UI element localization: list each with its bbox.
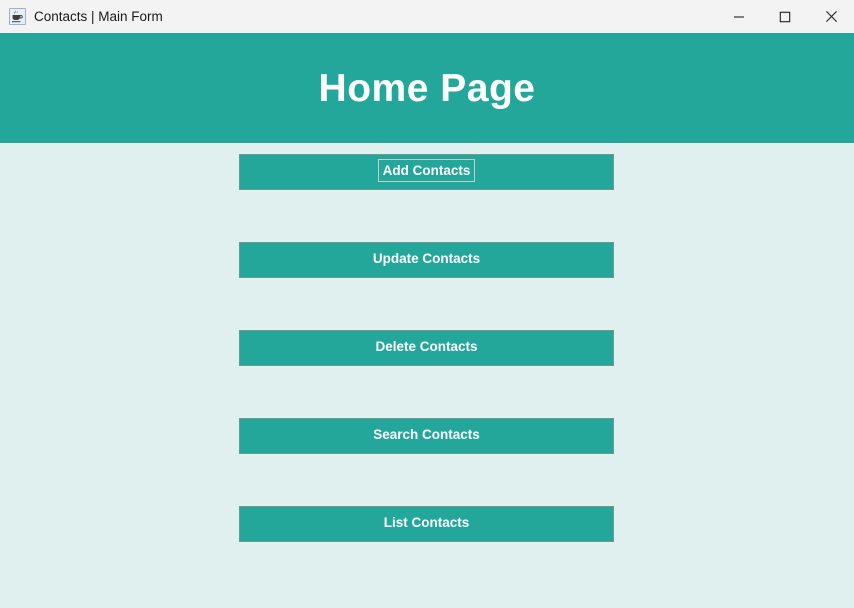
search-contacts-button[interactable]: Search Contacts [239,418,614,454]
title-bar: Contacts | Main Form [0,0,854,33]
window-controls [716,0,854,33]
java-coffee-cup-icon [9,8,26,25]
list-contacts-button[interactable]: List Contacts [239,506,614,542]
search-contacts-button-label: Search Contacts [373,427,480,442]
close-icon[interactable] [808,0,854,33]
update-contacts-button-label: Update Contacts [372,251,481,266]
minimize-icon[interactable] [716,0,762,33]
list-contacts-button-label: List Contacts [383,515,470,530]
main-content: Add Contacts Update Contacts Delete Cont… [0,143,854,608]
page-title: Home Page [318,66,536,110]
application-window: Contacts | Main Form Home Page Add Conta… [0,0,854,608]
window-title: Contacts | Main Form [34,9,163,24]
delete-contacts-button[interactable]: Delete Contacts [239,330,614,366]
delete-contacts-button-label: Delete Contacts [375,339,478,354]
add-contacts-button-label: Add Contacts [377,159,476,182]
menu-button-stack: Add Contacts Update Contacts Delete Cont… [239,154,614,594]
page-header-banner: Home Page [0,33,854,143]
title-bar-left: Contacts | Main Form [0,8,716,25]
maximize-icon[interactable] [762,0,808,33]
update-contacts-button[interactable]: Update Contacts [239,242,614,278]
add-contacts-button[interactable]: Add Contacts [239,154,614,190]
